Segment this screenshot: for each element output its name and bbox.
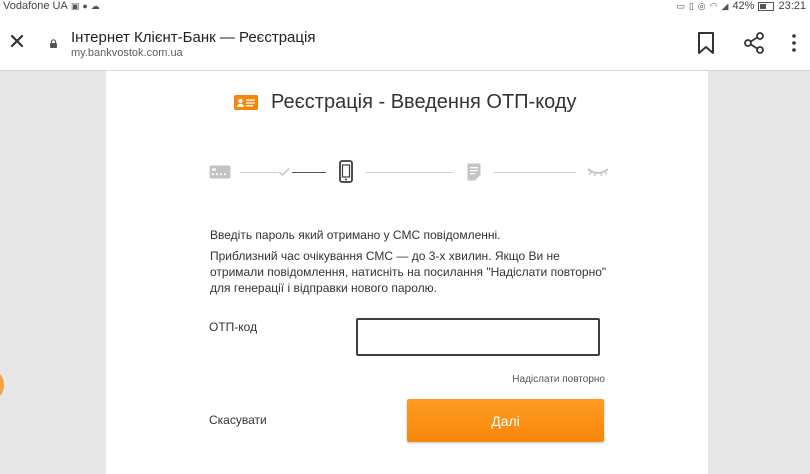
lock-icon: [50, 39, 57, 48]
otp-label: ОТП-код: [209, 320, 258, 334]
image-notification-icon: ▣: [70, 1, 80, 11]
vibrate-icon: ▯: [688, 1, 694, 11]
otp-input[interactable]: [356, 318, 600, 356]
battery-percent: 42%: [732, 0, 755, 12]
page-url: my.bankvostok.com.ua: [71, 47, 183, 59]
message-notification-icon: ●: [82, 1, 88, 11]
otp-wait-note: Приблизний час очікування СМС — до 3-х х…: [210, 249, 607, 295]
page-heading: Реєстрація - Введення ОТП-коду: [271, 91, 577, 113]
registration-card: Реєстрація - Введення ОТП-коду Введіть п…: [106, 71, 708, 474]
step-connector-active: [292, 172, 326, 173]
eye-closed-icon: [587, 168, 609, 177]
phone-icon: [339, 160, 353, 183]
signal-icon: ◢: [721, 1, 729, 11]
floating-button-edge[interactable]: [0, 372, 4, 398]
more-menu-icon[interactable]: [790, 34, 798, 52]
otp-instruction: Введіть пароль який отримано у СМС повід…: [210, 228, 501, 242]
share-icon[interactable]: [743, 32, 765, 54]
bookmark-icon[interactable]: [697, 32, 715, 54]
cancel-link[interactable]: Скасувати: [209, 413, 267, 427]
status-bar: Vodafone UA ▣ ● ☁ ▭ ▯ ◎ ◠ ◢ 42% 23:21: [0, 0, 810, 13]
card-icon: [209, 165, 231, 179]
cast-icon: ▭: [676, 1, 685, 11]
carrier-name: Vodafone UA: [3, 0, 68, 12]
clock: 23:21: [778, 0, 806, 12]
step-connector: [494, 172, 576, 173]
resend-link[interactable]: Надіслати повторно: [512, 374, 605, 385]
next-button[interactable]: Далі: [407, 399, 604, 442]
alarm-icon: ◎: [697, 1, 706, 11]
document-icon: [467, 163, 481, 181]
cloud-notification-icon: ☁: [90, 1, 100, 11]
id-card-icon: [234, 95, 258, 110]
browser-toolbar: Інтернет Клієнт-Банк — Реєстрація my.ban…: [0, 13, 810, 71]
step-connector: [366, 172, 453, 173]
page-title: Інтернет Клієнт-Банк — Реєстрація: [71, 29, 316, 46]
close-icon[interactable]: [8, 32, 26, 50]
step-connector: [240, 172, 278, 173]
checkmark-icon: [278, 168, 290, 176]
battery-icon: [758, 2, 775, 11]
registration-steps: [106, 159, 708, 185]
wifi-icon: ◠: [709, 1, 718, 11]
